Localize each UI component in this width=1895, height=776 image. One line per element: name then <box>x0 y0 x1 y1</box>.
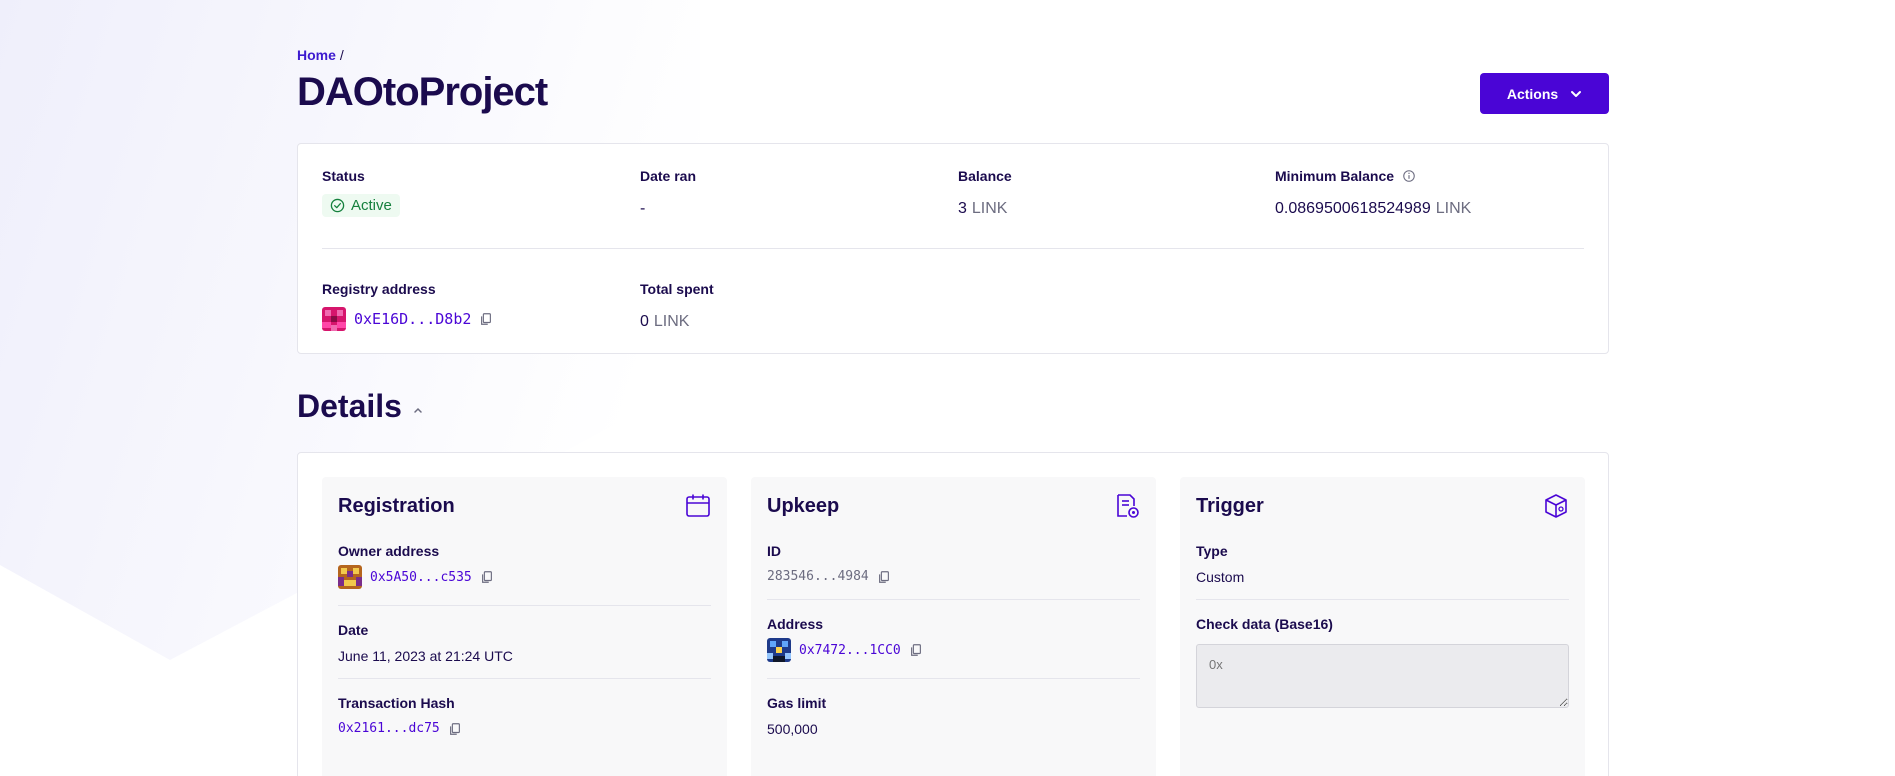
check-data-label: Check data (Base16) <box>1196 616 1333 632</box>
registry-address-link[interactable]: 0xE16D...D8b2 <box>354 310 471 328</box>
copy-icon[interactable] <box>909 643 923 657</box>
registration-title: Registration <box>338 495 455 517</box>
chevron-down-icon <box>1571 90 1582 97</box>
transaction-hash-row: 0x2161...dc75 <box>338 721 711 736</box>
minimum-balance-label-row: Minimum Balance <box>1275 168 1471 184</box>
minimum-balance-value-row: 0.0869500618524989 LINK <box>1275 200 1471 218</box>
owner-address-link[interactable]: 0x5A50...c535 <box>370 570 472 585</box>
upkeep-avatar <box>767 638 791 662</box>
date-field: Date June 11, 2023 at 21:24 UTC <box>338 622 711 664</box>
date-ran-value: - <box>640 200 646 217</box>
breadcrumb-separator: / <box>339 47 344 63</box>
status-value: Active <box>351 197 392 214</box>
minimum-balance-label: Minimum Balance <box>1275 168 1395 184</box>
page-title: DAOtoProject <box>297 70 548 114</box>
balance-value-row: 3 LINK <box>958 200 1012 218</box>
check-data-field: Check data (Base16) <box>1196 616 1569 713</box>
registry-address-stat: Registry address 0xE16D...D8b2 <box>322 281 493 331</box>
total-spent-label: Total spent <box>640 281 714 297</box>
breadcrumb-home-link[interactable]: Home <box>297 47 336 63</box>
trigger-title: Trigger <box>1196 495 1264 517</box>
document-gear-icon <box>1117 494 1139 518</box>
copy-icon[interactable] <box>448 722 462 736</box>
total-spent-value-row: 0 LINK <box>640 313 714 331</box>
cube-icon <box>1545 494 1567 518</box>
breadcrumb: Home / <box>297 47 344 63</box>
summary-divider <box>322 248 1584 249</box>
details-heading: Details <box>297 388 402 424</box>
date-ran-stat: Date ran - <box>640 168 696 218</box>
upkeep-id-field: ID 283546...4984 <box>767 543 1140 584</box>
trigger-panel: Trigger Type Custom Check data (Base16) <box>1180 477 1585 776</box>
details-card: Registration Owner address 0x5A50...c535… <box>297 452 1609 776</box>
actions-button[interactable]: Actions <box>1480 73 1609 114</box>
upkeep-address-field: Address 0x7472...1CC0 <box>767 616 1140 662</box>
owner-address-field: Owner address 0x5A50...c535 <box>338 543 711 589</box>
transaction-hash-field: Transaction Hash 0x2161...dc75 <box>338 695 711 736</box>
trigger-type-label: Type <box>1196 543 1228 559</box>
total-spent-value: 0 <box>640 313 649 330</box>
copy-icon[interactable] <box>877 570 891 584</box>
total-spent-unit: LINK <box>653 313 690 330</box>
upkeep-address-link[interactable]: 0x7472...1CC0 <box>799 643 901 658</box>
info-icon[interactable] <box>1402 169 1416 183</box>
upkeep-address-label: Address <box>767 616 824 632</box>
status-label: Status <box>322 168 365 184</box>
status-badge: Active <box>322 194 400 217</box>
check-data-input[interactable] <box>1196 644 1569 708</box>
check-circle-icon <box>330 198 345 213</box>
upkeep-id-row: 283546...4984 <box>767 569 1140 584</box>
owner-address-row: 0x5A50...c535 <box>338 565 711 589</box>
field-divider <box>338 678 711 679</box>
minimum-balance-value: 0.0869500618524989 <box>1275 200 1431 217</box>
registry-address-label: Registry address <box>322 281 436 297</box>
transaction-hash-label: Transaction Hash <box>338 695 455 711</box>
trigger-type-value: Custom <box>1196 569 1245 585</box>
balance-unit: LINK <box>971 200 1008 217</box>
owner-address-label: Owner address <box>338 543 440 559</box>
copy-icon[interactable] <box>480 570 494 584</box>
upkeep-id-value: 283546...4984 <box>767 569 869 584</box>
upkeep-id-label: ID <box>767 543 781 559</box>
upkeep-address-row: 0x7472...1CC0 <box>767 638 1140 662</box>
registry-address-row: 0xE16D...D8b2 <box>322 307 493 331</box>
field-divider <box>338 605 711 606</box>
upkeep-panel: Upkeep ID 283546...4984 Address 0x7472..… <box>751 477 1156 776</box>
copy-icon[interactable] <box>479 312 493 326</box>
summary-card: Status Active Date ran - Balance 3 LINK … <box>297 143 1609 354</box>
minimum-balance-stat: Minimum Balance 0.0869500618524989 LINK <box>1275 168 1471 218</box>
field-divider <box>767 599 1140 600</box>
status-stat: Status Active <box>322 168 400 218</box>
gas-limit-label: Gas limit <box>767 695 827 711</box>
gas-limit-value: 500,000 <box>767 721 818 737</box>
field-divider <box>1196 599 1569 600</box>
date-value: June 11, 2023 at 21:24 UTC <box>338 648 513 664</box>
balance-value: 3 <box>958 200 967 217</box>
gas-limit-field: Gas limit 500,000 <box>767 695 1140 737</box>
chevron-up-icon <box>414 407 422 413</box>
total-spent-stat: Total spent 0 LINK <box>640 281 714 331</box>
registry-avatar <box>322 307 346 331</box>
date-label: Date <box>338 622 369 638</box>
field-divider <box>767 678 1140 679</box>
upkeep-title: Upkeep <box>767 495 840 517</box>
registration-panel: Registration Owner address 0x5A50...c535… <box>322 477 727 776</box>
minimum-balance-unit: LINK <box>1435 200 1472 217</box>
date-ran-label: Date ran <box>640 168 697 184</box>
balance-stat: Balance 3 LINK <box>958 168 1012 218</box>
trigger-type-field: Type Custom <box>1196 543 1569 585</box>
calendar-icon <box>686 494 710 517</box>
balance-label: Balance <box>958 168 1012 184</box>
actions-button-label: Actions <box>1506 85 1559 102</box>
details-toggle[interactable]: Details <box>297 388 424 425</box>
transaction-hash-link[interactable]: 0x2161...dc75 <box>338 721 440 736</box>
owner-avatar <box>338 565 362 589</box>
